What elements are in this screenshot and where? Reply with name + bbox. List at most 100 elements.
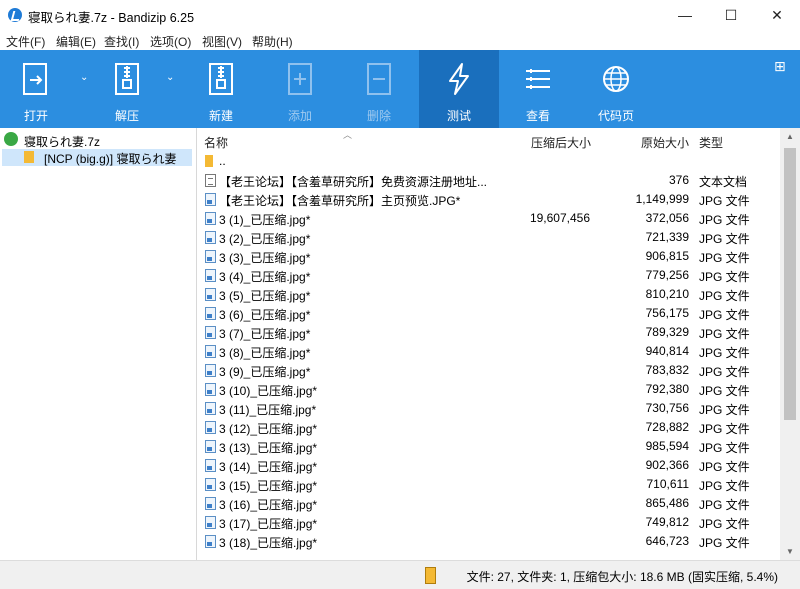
file-type: JPG 文件 (699, 422, 750, 436)
file-type: JPG 文件 (699, 194, 750, 208)
packed-size: 19,607,456 (529, 211, 590, 225)
original-size: 721,339 (645, 230, 689, 244)
original-size: 902,366 (645, 458, 689, 472)
file-type: JPG 文件 (699, 498, 750, 512)
original-size: 376 (668, 173, 689, 187)
file-list: 名称 ︿ 压缩后大小 原始大小 类型 .. 【老王论坛】【含羞草研究所】免费资源注… (197, 128, 780, 560)
extract-dropdown-icon[interactable]: ⌄ (166, 72, 174, 83)
minimize-button[interactable]: — (662, 0, 708, 30)
test-button[interactable]: 测试 (419, 50, 499, 128)
table-row[interactable]: 3 (1)_已压缩.jpg* 19,607,456 372,056 JPG 文件 (197, 209, 780, 228)
file-type: JPG 文件 (699, 460, 750, 474)
view-button[interactable]: 查看 (503, 50, 573, 128)
open-dropdown-icon[interactable]: ⌄ (80, 72, 88, 83)
tree-folder-label: [NCP (big.g)] 寝取られ妻 (44, 152, 177, 166)
table-row[interactable]: 3 (10)_已压缩.jpg* 792,380 JPG 文件 (197, 380, 780, 399)
menu-find[interactable]: 查找(I) (104, 33, 139, 50)
original-size: 728,882 (645, 420, 689, 434)
table-row[interactable]: 3 (13)_已压缩.jpg* 985,594 JPG 文件 (197, 437, 780, 456)
table-row[interactable]: 3 (18)_已压缩.jpg* 646,723 JPG 文件 (197, 532, 780, 551)
table-row[interactable]: .. (197, 152, 780, 171)
add-button[interactable]: 添加 (265, 50, 335, 128)
table-row[interactable]: 3 (5)_已压缩.jpg* 810,210 JPG 文件 (197, 285, 780, 304)
file-name: 3 (18)_已压缩.jpg* (219, 536, 318, 550)
extract-label: 解压 (114, 109, 139, 123)
folder-icon (205, 155, 213, 167)
table-row[interactable]: 3 (4)_已压缩.jpg* 779,256 JPG 文件 (197, 266, 780, 285)
table-row[interactable]: 3 (3)_已压缩.jpg* 906,815 JPG 文件 (197, 247, 780, 266)
table-row[interactable]: 3 (8)_已压缩.jpg* 940,814 JPG 文件 (197, 342, 780, 361)
table-row[interactable]: 3 (11)_已压缩.jpg* 730,756 JPG 文件 (197, 399, 780, 418)
file-name: 3 (3)_已压缩.jpg* (219, 251, 311, 265)
vertical-scrollbar[interactable]: ▲ ▼ (780, 128, 800, 560)
file-type: JPG 文件 (699, 536, 750, 550)
list-header: 名称 ︿ 压缩后大小 原始大小 类型 (197, 128, 780, 152)
table-row[interactable]: 3 (17)_已压缩.jpg* 749,812 JPG 文件 (197, 513, 780, 532)
maximize-button[interactable]: ☐ (708, 0, 754, 30)
file-name: 3 (1)_已压缩.jpg* (219, 213, 311, 227)
image-file-icon (205, 459, 216, 472)
extract-icon (115, 63, 139, 95)
menu-view[interactable]: 视图(V) (202, 33, 242, 50)
menu-file[interactable]: 文件(F) (6, 33, 45, 50)
file-name: 【老王论坛】【含羞草研究所】免费资源注册地址... (219, 175, 488, 189)
image-file-icon (205, 345, 216, 358)
menu-options[interactable]: 选项(O) (150, 33, 191, 50)
folder-tree: 寝取られ妻.7z [NCP (big.g)] 寝取られ妻 (0, 128, 197, 560)
table-row[interactable]: 3 (14)_已压缩.jpg* 902,366 JPG 文件 (197, 456, 780, 475)
original-size: 749,812 (645, 515, 689, 529)
delete-button[interactable]: 删除 (344, 50, 414, 128)
table-row[interactable]: 3 (9)_已压缩.jpg* 783,832 JPG 文件 (197, 361, 780, 380)
toolbar-options-icon[interactable]: ⊞ (774, 58, 786, 75)
table-row[interactable]: 3 (15)_已压缩.jpg* 710,611 JPG 文件 (197, 475, 780, 494)
column-name-header[interactable]: 名称 (204, 134, 228, 151)
file-name: 3 (10)_已压缩.jpg* (219, 384, 318, 398)
column-type-header[interactable]: 类型 (699, 134, 723, 151)
text-file-icon (205, 174, 216, 187)
file-type: JPG 文件 (699, 213, 750, 227)
scrollbar-thumb[interactable] (784, 148, 796, 420)
scroll-down-arrow-icon[interactable]: ▼ (780, 543, 800, 560)
file-type: JPG 文件 (699, 403, 750, 417)
image-file-icon (205, 326, 216, 339)
file-name: 【老王论坛】【含羞草研究所】主页预览.JPG* (219, 194, 461, 208)
table-row[interactable]: 3 (16)_已压缩.jpg* 865,486 JPG 文件 (197, 494, 780, 513)
scroll-up-arrow-icon[interactable]: ▲ (780, 128, 800, 145)
original-size: 906,815 (645, 249, 689, 263)
table-row[interactable]: 3 (12)_已压缩.jpg* 728,882 JPG 文件 (197, 418, 780, 437)
column-size-header[interactable]: 原始大小 (641, 134, 689, 151)
extract-button[interactable]: 解压 (92, 50, 162, 128)
bandizip-logo-icon (8, 8, 22, 22)
toolbar: 打开 ⌄ 解压 ⌄ 新建 添加 删除 测试 查看 代码页 ⊞ (0, 50, 800, 128)
close-button[interactable]: ✕ (754, 0, 800, 30)
file-type: JPG 文件 (699, 232, 750, 246)
file-name: 3 (4)_已压缩.jpg* (219, 270, 311, 284)
file-name: 3 (7)_已压缩.jpg* (219, 327, 311, 341)
file-name: 3 (9)_已压缩.jpg* (219, 365, 311, 379)
file-type: 文本文档 (699, 175, 748, 189)
menu-help[interactable]: 帮助(H) (252, 33, 293, 50)
column-packed-header[interactable]: 压缩后大小 (531, 134, 591, 151)
table-row[interactable]: 【老王论坛】【含羞草研究所】免费资源注册地址... 376 文本文档 (197, 171, 780, 190)
original-size: 646,723 (645, 534, 689, 548)
lightning-icon (449, 63, 469, 95)
table-row[interactable]: 3 (6)_已压缩.jpg* 756,175 JPG 文件 (197, 304, 780, 323)
file-name: 3 (8)_已压缩.jpg* (219, 346, 311, 360)
table-row[interactable]: 3 (2)_已压缩.jpg* 721,339 JPG 文件 (197, 228, 780, 247)
file-name: 3 (14)_已压缩.jpg* (219, 460, 318, 474)
folder-icon (24, 151, 34, 163)
status-text: 文件: 27, 文件夹: 1, 压缩包大小: 18.6 MB (固实压缩, 5.… (466, 570, 778, 584)
menu-edit[interactable]: 编辑(E) (56, 33, 96, 50)
open-button[interactable]: 打开 (0, 50, 72, 128)
new-archive-icon (209, 63, 233, 95)
table-row[interactable]: 【老王论坛】【含羞草研究所】主页预览.JPG* 1,149,999 JPG 文件 (197, 190, 780, 209)
codepage-button[interactable]: 代码页 (580, 50, 652, 128)
original-size: 710,611 (646, 477, 690, 491)
file-name: 3 (15)_已压缩.jpg* (219, 479, 318, 493)
image-file-icon (205, 421, 216, 434)
new-archive-button[interactable]: 新建 (186, 50, 256, 128)
file-type: JPG 文件 (699, 327, 750, 341)
add-file-icon (288, 63, 312, 95)
tree-folder-item[interactable]: [NCP (big.g)] 寝取られ妻 (2, 149, 192, 166)
table-row[interactable]: 3 (7)_已压缩.jpg* 789,329 JPG 文件 (197, 323, 780, 342)
